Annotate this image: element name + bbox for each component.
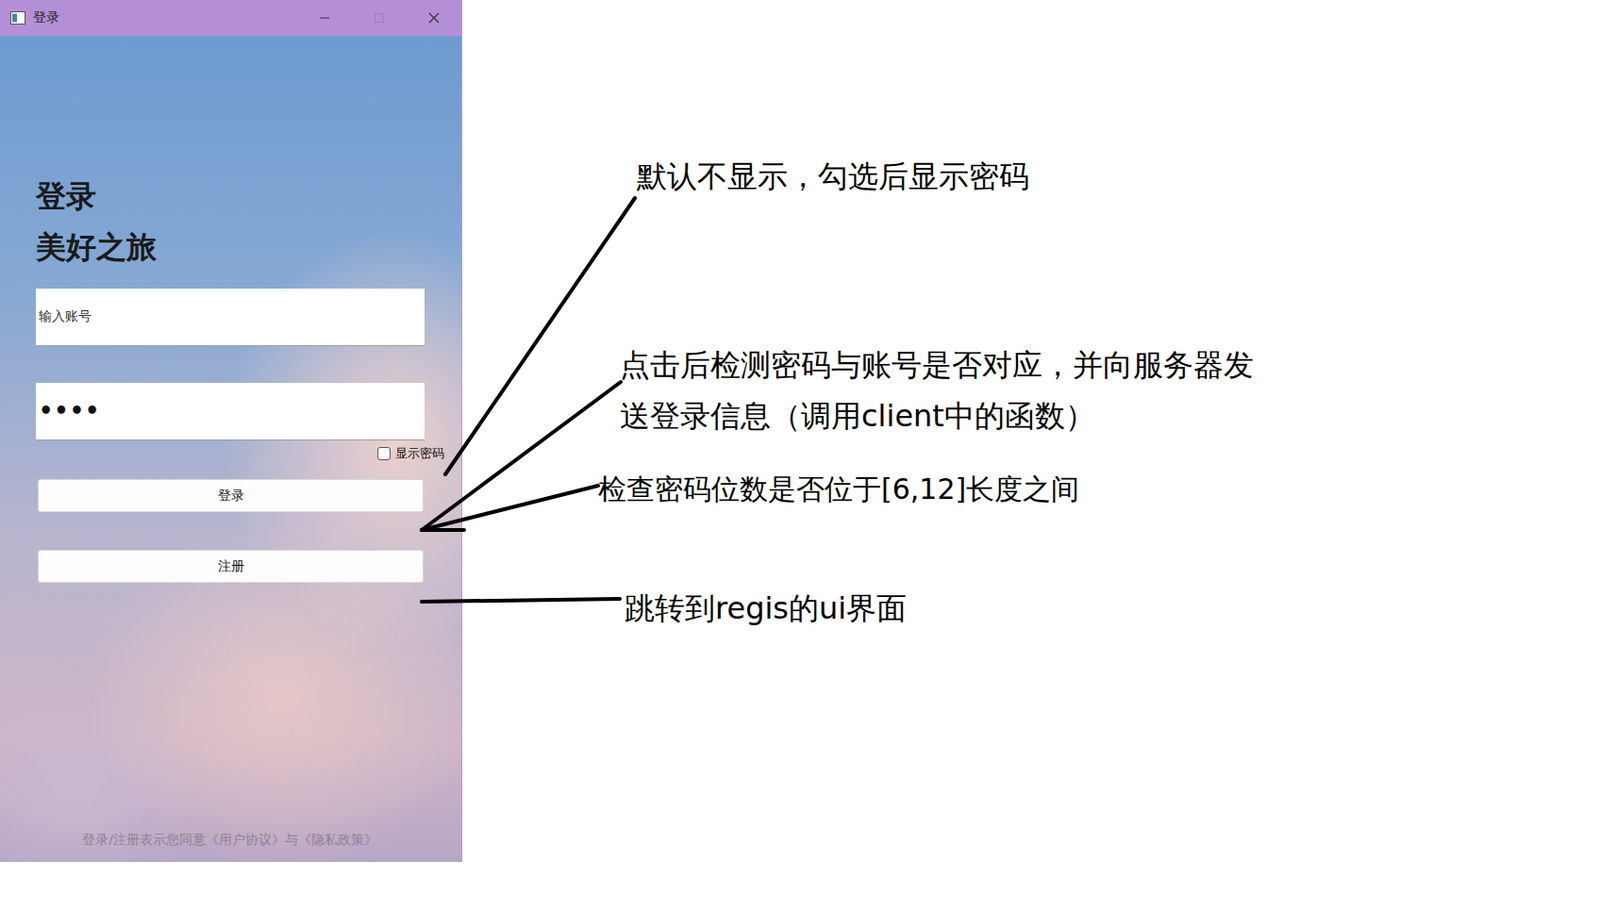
minimize-icon — [318, 12, 331, 24]
annotation-line: 跳转到regis的ui界面 — [624, 583, 907, 634]
app-icon — [10, 11, 26, 25]
button-group: 登录注册 — [35, 479, 424, 584]
close-button[interactable] — [406, 0, 462, 36]
heading: 登录 — [35, 177, 424, 216]
login-window: 登录登录美好之旅输入账号••••显示密码登录注册登录/注册表示您同意《用户协议》… — [0, 0, 463, 863]
annotation-line: 点击后检测密码与账号是否对应，并向服务器发 — [619, 339, 1254, 391]
leader-line — [421, 382, 621, 531]
password-value: •••• — [38, 398, 100, 425]
show-password-checkbox[interactable]: 显示密码 — [377, 445, 445, 463]
annotation-line: 默认不显示，勾选后显示密码 — [636, 150, 1030, 202]
title-bar: 登录 — [0, 0, 462, 36]
annotation: 点击后检测密码与账号是否对应，并向服务器发送登录信息（调用client中的函数） — [619, 339, 1254, 442]
close-icon — [428, 12, 440, 24]
leader-line — [421, 528, 465, 533]
window-title: 登录 — [33, 9, 60, 27]
annotation: 默认不显示，勾选后显示密码 — [636, 150, 1030, 202]
headings: 登录美好之旅 — [35, 177, 424, 267]
maximize-button[interactable] — [351, 0, 407, 36]
password-input[interactable]: •••• — [35, 383, 425, 441]
login-button[interactable]: 登录 — [37, 479, 424, 513]
register-button[interactable]: 注册 — [37, 550, 424, 584]
annotation-line: 检查密码位数是否位于[6,12]长度之间 — [598, 464, 1080, 516]
window-controls — [297, 0, 462, 36]
maximize-icon — [373, 12, 385, 24]
leader-line — [445, 198, 635, 475]
checkbox-box[interactable] — [377, 447, 391, 461]
spacer — [35, 583, 424, 833]
annotation-lines — [0, 0, 1600, 911]
account-input[interactable]: 输入账号 — [35, 288, 425, 347]
login-panel: 登录美好之旅输入账号••••显示密码登录注册登录/注册表示您同意《用户协议》与《… — [0, 35, 462, 863]
page: 登录登录美好之旅输入账号••••显示密码登录注册登录/注册表示您同意《用户协议》… — [0, 0, 1600, 911]
leader-line — [421, 599, 620, 602]
annotation: 跳转到regis的ui界面 — [624, 583, 907, 634]
annotation-line: 送登录信息（调用client中的函数） — [619, 390, 1254, 442]
leader-line — [421, 485, 599, 531]
account-placeholder: 输入账号 — [38, 308, 92, 326]
annotation: 检查密码位数是否位于[6,12]长度之间 — [598, 464, 1080, 516]
show-password-label: 显示密码 — [395, 445, 445, 463]
agreement-text: 登录/注册表示您同意《用户协议》与《隐私政策》 — [35, 832, 424, 850]
heading: 美好之旅 — [35, 228, 424, 267]
minimize-button[interactable] — [297, 0, 352, 36]
show-password-row: 显示密码 — [35, 445, 445, 463]
